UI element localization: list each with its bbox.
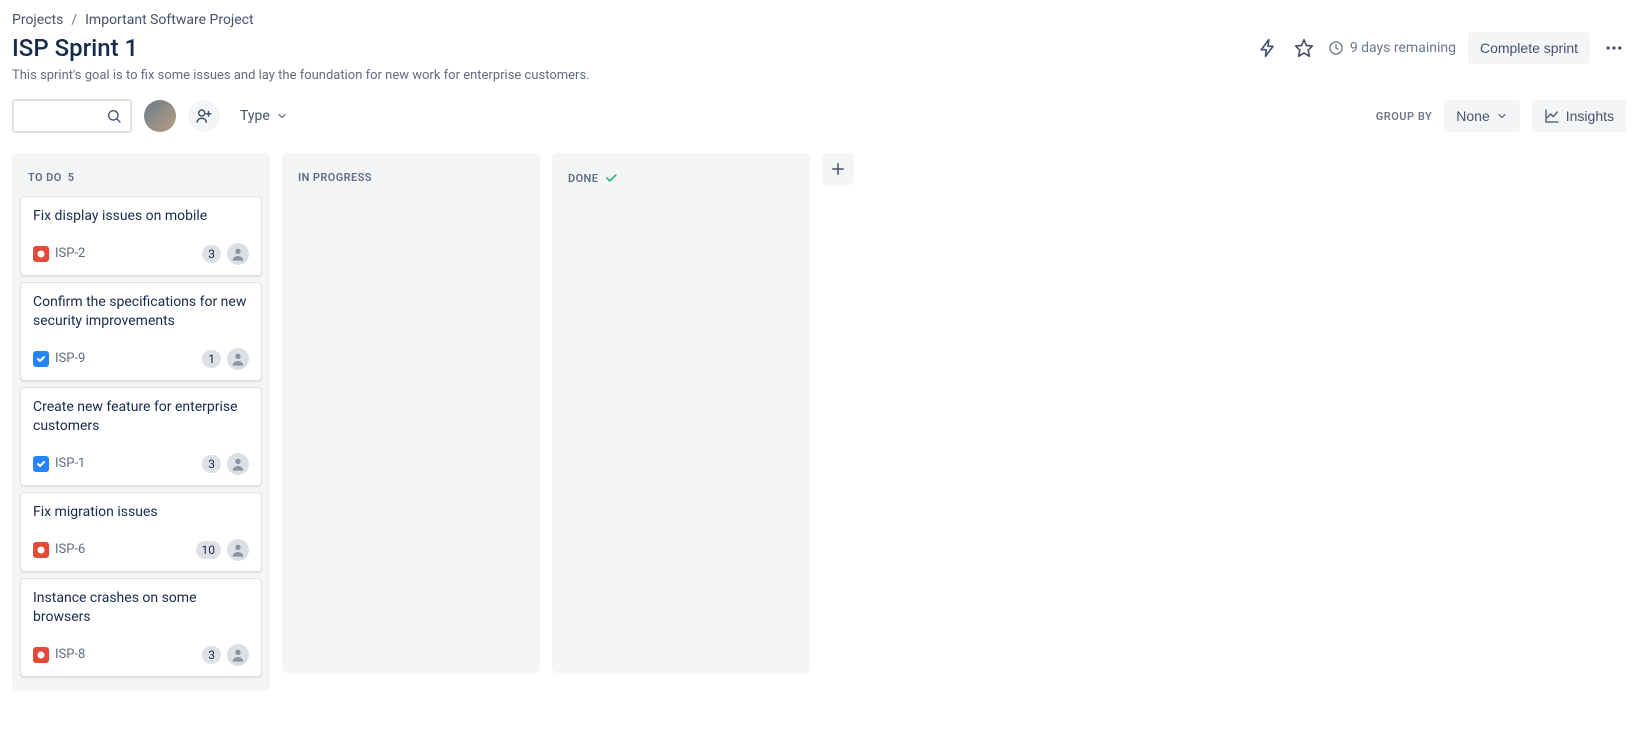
chart-icon bbox=[1544, 108, 1560, 124]
more-icon[interactable] bbox=[1602, 36, 1626, 60]
bug-icon bbox=[33, 246, 49, 262]
story-points: 3 bbox=[202, 646, 221, 664]
groupby-label: GROUP BY bbox=[1376, 110, 1433, 123]
card-key: ISP-2 bbox=[55, 246, 85, 261]
card[interactable]: Confirm the specifications for new secur… bbox=[20, 282, 262, 381]
type-filter-label: Type bbox=[240, 108, 270, 124]
column-name: IN PROGRESS bbox=[298, 171, 372, 184]
type-filter[interactable]: Type bbox=[232, 102, 296, 130]
search-input[interactable] bbox=[22, 107, 106, 125]
card-title: Confirm the specifications for new secur… bbox=[33, 293, 249, 332]
breadcrumb-projects[interactable]: Projects bbox=[12, 12, 63, 28]
column-name: DONE bbox=[568, 172, 598, 185]
bug-icon bbox=[33, 542, 49, 558]
chevron-down-icon bbox=[276, 110, 288, 122]
search-input-container[interactable] bbox=[12, 99, 132, 133]
column-header-inprogress: IN PROGRESS bbox=[290, 161, 532, 196]
time-remaining: 9 days remaining bbox=[1328, 40, 1456, 56]
unassigned-avatar[interactable] bbox=[227, 348, 249, 370]
time-remaining-text: 9 days remaining bbox=[1350, 40, 1456, 56]
column-todo[interactable]: TO DO 5 Fix display issues on mobile ISP… bbox=[12, 153, 270, 691]
add-column-button[interactable] bbox=[822, 153, 854, 185]
task-icon bbox=[33, 456, 49, 472]
column-header-done: DONE bbox=[560, 161, 802, 197]
plus-icon bbox=[829, 160, 847, 178]
card-title: Fix display issues on mobile bbox=[33, 207, 249, 227]
insights-label: Insights bbox=[1566, 108, 1614, 124]
complete-sprint-button[interactable]: Complete sprint bbox=[1468, 32, 1590, 64]
add-people-button[interactable] bbox=[188, 100, 220, 132]
card-title: Fix migration issues bbox=[33, 503, 249, 523]
card[interactable]: Fix display issues on mobile ISP-2 3 bbox=[20, 196, 262, 276]
breadcrumb-separator: / bbox=[71, 12, 77, 28]
sprint-goal: This sprint's goal is to fix some issues… bbox=[12, 68, 1626, 83]
column-header-todo: TO DO 5 bbox=[20, 161, 262, 196]
column-inprogress[interactable]: IN PROGRESS bbox=[282, 153, 540, 673]
insights-button[interactable]: Insights bbox=[1532, 100, 1626, 132]
check-icon bbox=[604, 171, 618, 185]
card-title: Create new feature for enterprise custom… bbox=[33, 398, 249, 437]
groupby-value: None bbox=[1456, 108, 1489, 124]
column-count: 5 bbox=[68, 171, 75, 184]
story-points: 1 bbox=[202, 350, 221, 368]
chevron-down-icon bbox=[1496, 110, 1508, 122]
unassigned-avatar[interactable] bbox=[227, 539, 249, 561]
page-title: ISP Sprint 1 bbox=[12, 34, 138, 62]
task-icon bbox=[33, 351, 49, 367]
card-key: ISP-8 bbox=[55, 647, 85, 662]
unassigned-avatar[interactable] bbox=[227, 453, 249, 475]
column-name: TO DO bbox=[28, 171, 62, 184]
breadcrumb-project-name[interactable]: Important Software Project bbox=[85, 12, 254, 28]
story-points: 3 bbox=[202, 455, 221, 473]
user-avatar[interactable] bbox=[144, 100, 176, 132]
star-icon[interactable] bbox=[1292, 36, 1316, 60]
clock-icon bbox=[1328, 40, 1344, 56]
card-title: Instance crashes on some browsers bbox=[33, 589, 249, 628]
story-points: 10 bbox=[196, 541, 222, 559]
search-icon bbox=[106, 108, 122, 124]
breadcrumb: Projects / Important Software Project bbox=[12, 12, 1626, 28]
card-key: ISP-1 bbox=[55, 456, 85, 471]
card-key: ISP-6 bbox=[55, 542, 85, 557]
story-points: 3 bbox=[202, 245, 221, 263]
card-key: ISP-9 bbox=[55, 351, 85, 366]
card[interactable]: Instance crashes on some browsers ISP-8 … bbox=[20, 578, 262, 677]
column-done[interactable]: DONE bbox=[552, 153, 810, 673]
card[interactable]: Create new feature for enterprise custom… bbox=[20, 387, 262, 486]
card[interactable]: Fix migration issues ISP-6 10 bbox=[20, 492, 262, 572]
bug-icon bbox=[33, 647, 49, 663]
unassigned-avatar[interactable] bbox=[227, 644, 249, 666]
unassigned-avatar[interactable] bbox=[227, 243, 249, 265]
groupby-select[interactable]: None bbox=[1444, 100, 1519, 132]
board: TO DO 5 Fix display issues on mobile ISP… bbox=[12, 153, 1626, 691]
bolt-icon[interactable] bbox=[1256, 36, 1280, 60]
